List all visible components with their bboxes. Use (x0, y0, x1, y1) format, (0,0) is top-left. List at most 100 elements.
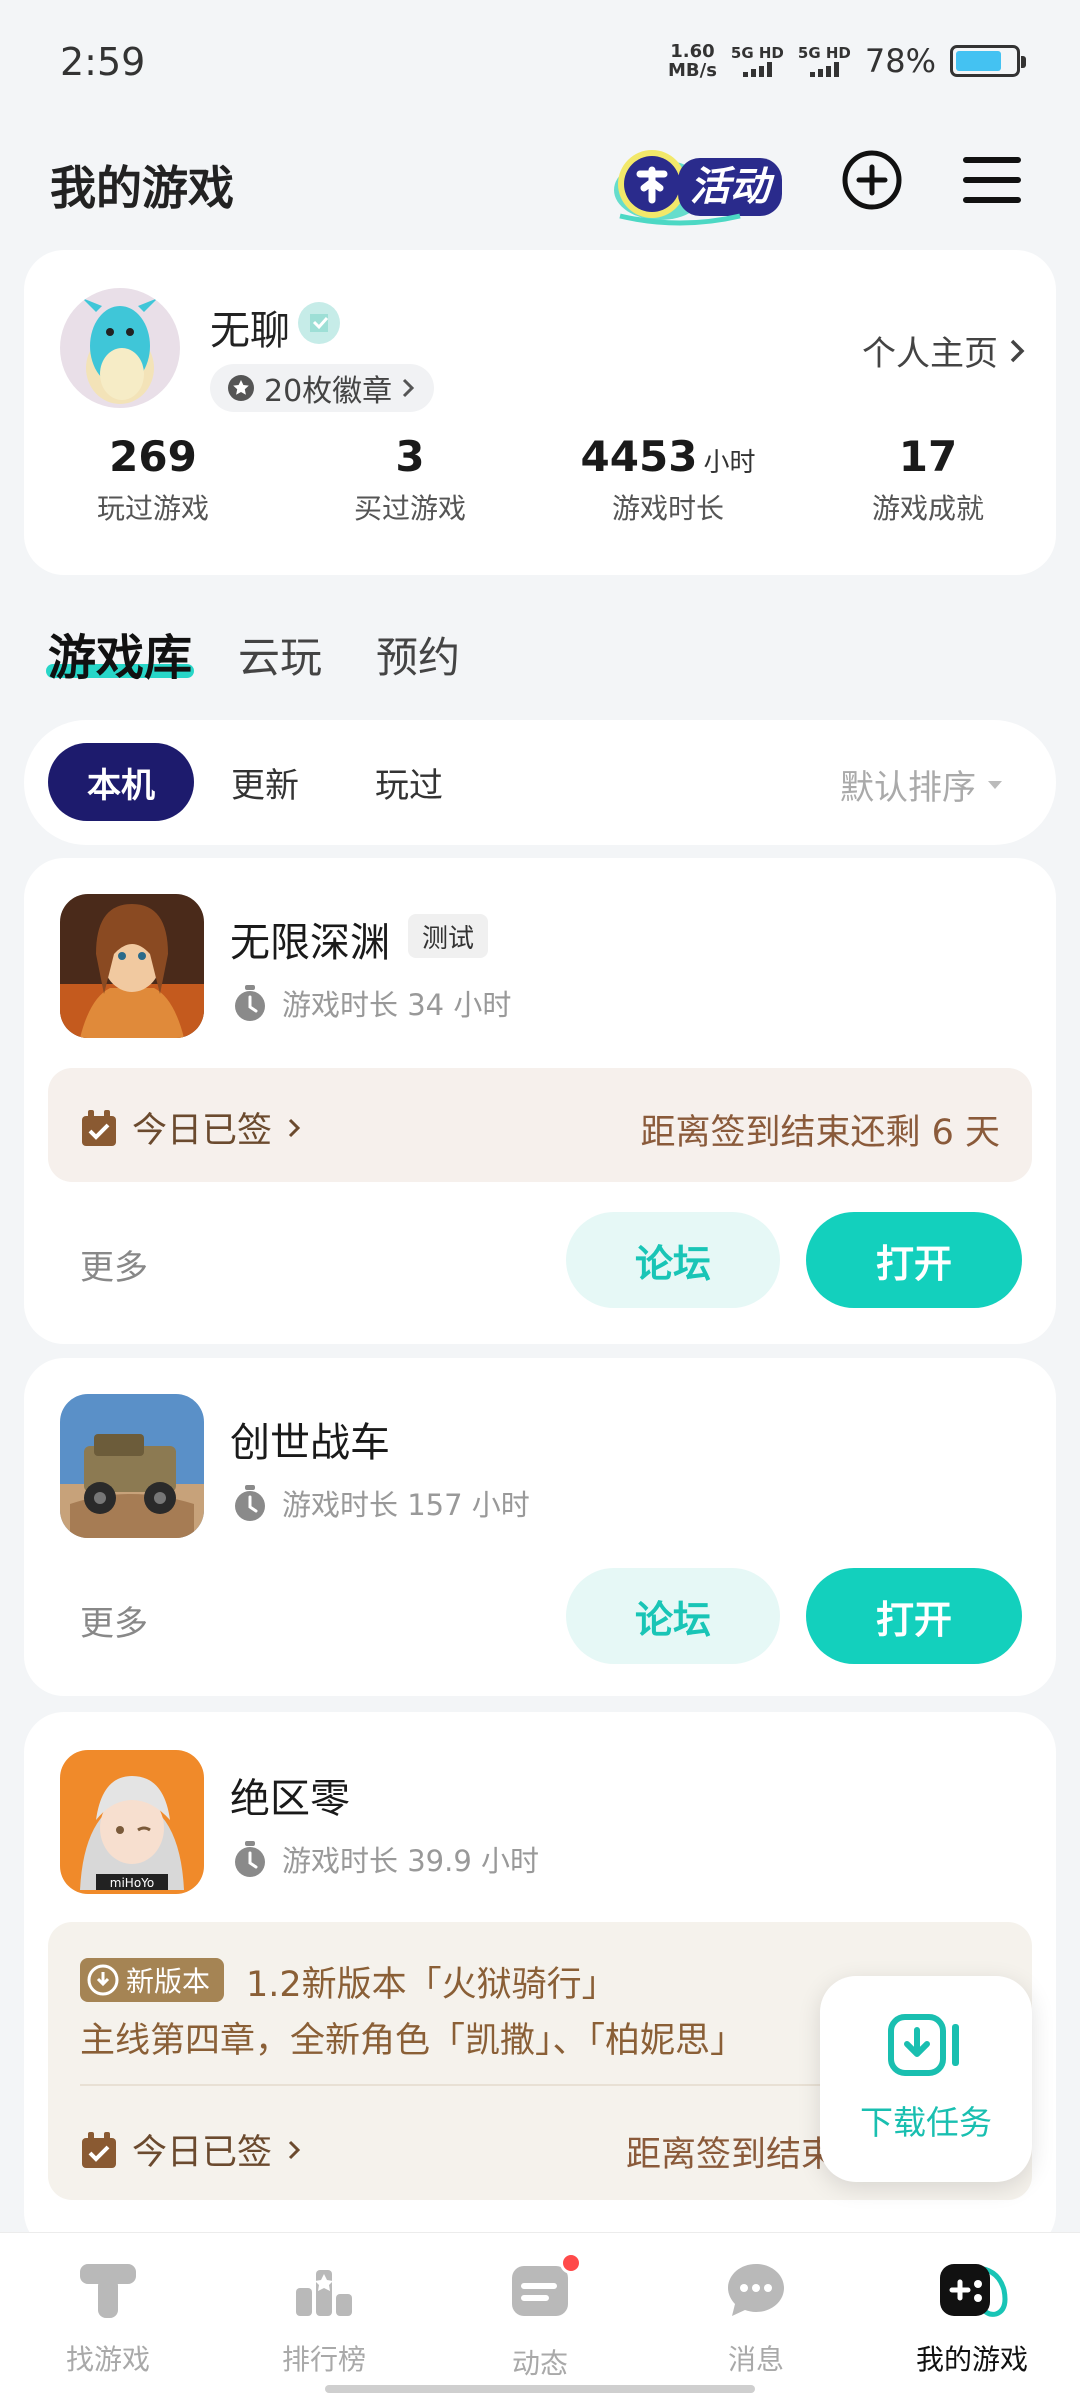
hamburger-menu-icon[interactable] (960, 148, 1024, 212)
network-speed: 1.60 MB/s (668, 42, 717, 80)
nav-ranking[interactable]: 排行榜 (216, 2258, 432, 2378)
stopwatch-icon (235, 1485, 265, 1521)
battery-icon (950, 45, 1026, 77)
profile-home-link[interactable]: 个人主页 (862, 326, 1026, 375)
stat-value: 17 (898, 432, 958, 481)
tab-cloud-play[interactable]: 云玩 (238, 624, 322, 685)
open-button[interactable]: 打开 (806, 1212, 1022, 1308)
home-indicator[interactable] (325, 2385, 755, 2393)
battery-percent: 78% (864, 42, 936, 80)
news-title: 1.2新版本「火狱骑行」 (246, 1965, 617, 2005)
checkin-status[interactable]: 今日已签 (80, 1102, 302, 1153)
divider (80, 2084, 840, 2086)
nav-label: 找游戏 (65, 2343, 150, 2376)
stat-played-games[interactable]: 269 玩过游戏 (43, 432, 263, 527)
message-icon (728, 2264, 784, 2316)
checkin-status[interactable]: 今日已签 (80, 2124, 302, 2175)
tab-game-library[interactable]: 游戏库 (48, 618, 192, 688)
activity-badge[interactable]: 活动 (600, 140, 790, 228)
badge-count-pill[interactable]: 20枚徽章 (210, 364, 435, 412)
game-playtime: 游戏时长 39.9 小时 (232, 1838, 539, 1880)
stat-value: 269 (109, 432, 197, 481)
game-playtime: 游戏时长 34 小时 (232, 982, 511, 1024)
signal-sim1-icon: 5G HD (730, 43, 784, 77)
forum-button[interactable]: 论坛 (566, 1568, 780, 1664)
checkin-label: 今日已签 (132, 1111, 273, 1151)
nav-messages[interactable]: 消息 (648, 2258, 864, 2378)
sim2-label: 5G HD (797, 43, 851, 62)
tab-reservation[interactable]: 预约 (376, 624, 460, 685)
filter-chip-played[interactable]: 玩过 (354, 743, 464, 821)
stat-achievements[interactable]: 17 游戏成就 (818, 432, 1038, 527)
find-game-icon (80, 2264, 136, 2318)
new-version-label: 新版本 (126, 1965, 211, 1998)
caret-down-icon (988, 780, 1002, 789)
stat-bought-games[interactable]: 3 买过游戏 (300, 432, 520, 527)
game-icon-chuangshizhanche[interactable] (60, 1394, 204, 1538)
checkin-countdown: 距离签到结束 (626, 2135, 837, 2175)
plus-circle-icon[interactable] (840, 148, 904, 212)
game-name[interactable]: 无限深渊 (230, 910, 390, 968)
chevron-right-icon (288, 1118, 301, 1137)
nav-label: 我的游戏 (915, 2343, 1028, 2376)
badge-count-label: 20枚徽章 (264, 374, 393, 409)
more-link[interactable]: 更多 (80, 1240, 148, 1289)
chevron-right-icon (1010, 339, 1025, 362)
checkin-countdown: 距离签到结束还剩 6 天 (640, 1113, 1000, 1153)
nav-label: 消息 (727, 2343, 784, 2376)
network-speed-value: 1.60 (670, 41, 715, 62)
signal-sim2-icon: 5G HD (797, 43, 851, 77)
nav-find-game[interactable]: 找游戏 (0, 2258, 216, 2378)
stopwatch-icon (235, 1841, 265, 1877)
stopwatch-icon (235, 985, 265, 1021)
game-playtime-label: 游戏时长 39.9 小时 (282, 1844, 540, 1878)
game-name[interactable]: 创世战车 (230, 1410, 390, 1468)
game-playtime: 游戏时长 157 小时 (232, 1482, 530, 1524)
status-time: 2:59 (60, 40, 146, 84)
username: 无聊 (210, 308, 290, 354)
status-icons: 1.60 MB/s 5G HD 5G HD 78% (668, 42, 1026, 80)
ranking-icon (296, 2270, 352, 2316)
download-tasks-button[interactable]: 下载任务 (820, 1976, 1032, 2182)
filter-chip-update[interactable]: 更新 (210, 743, 320, 821)
battery-fill (956, 51, 1002, 71)
checkin-calendar-icon (82, 2131, 116, 2168)
checkin-label: 今日已签 (132, 2133, 273, 2173)
stat-play-time[interactable]: 4453 小时 游戏时长 (558, 432, 778, 527)
nav-feed[interactable]: 动态 (432, 2252, 648, 2382)
new-version-tag: 新版本 (80, 1958, 225, 2002)
filter-chip-local[interactable]: 本机 (48, 743, 194, 821)
sort-dropdown[interactable]: 默认排序 (840, 760, 1004, 809)
game-playtime-label: 游戏时长 157 小时 (282, 1488, 530, 1522)
more-link[interactable]: 更多 (80, 1596, 148, 1645)
network-speed-unit: MB/s (667, 60, 717, 81)
icon-caption: miHoYo (110, 1876, 154, 1890)
download-icon (888, 2014, 959, 2076)
stat-unit: 小时 (703, 448, 756, 478)
game-icon-wuxianshenyuan[interactable] (60, 894, 204, 1038)
sim1-label: 5G HD (730, 43, 784, 62)
notification-dot (560, 2252, 582, 2274)
avatar[interactable] (60, 288, 180, 408)
page-title: 我的游戏 (50, 161, 234, 215)
chevron-right-icon (288, 2140, 301, 2159)
new-version-icon (87, 1964, 119, 1996)
stat-label: 游戏成就 (871, 492, 984, 525)
open-button[interactable]: 打开 (806, 1568, 1022, 1664)
news-desc: 主线第四章，全新角色「凯撒」、「柏妮思」 (80, 2021, 746, 2061)
stat-value: 3 (395, 432, 425, 481)
sort-label: 默认排序 (840, 768, 976, 808)
forum-button[interactable]: 论坛 (566, 1212, 780, 1308)
activity-logo-icon: 活动 (614, 150, 782, 226)
game-name[interactable]: 绝区零 (230, 1766, 350, 1824)
game-icon-juequling[interactable]: miHoYo (60, 1750, 204, 1894)
nav-my-games[interactable]: 我的游戏 (864, 2258, 1080, 2378)
stat-label: 买过游戏 (353, 492, 466, 525)
stat-label: 游戏时长 (611, 492, 724, 525)
download-tasks-label: 下载任务 (860, 2103, 992, 2142)
nav-label: 动态 (511, 2347, 568, 2380)
stat-label: 玩过游戏 (96, 492, 209, 525)
chevron-right-icon (403, 378, 415, 398)
nav-label: 排行榜 (281, 2343, 366, 2376)
game-test-tag: 测试 (408, 914, 489, 958)
